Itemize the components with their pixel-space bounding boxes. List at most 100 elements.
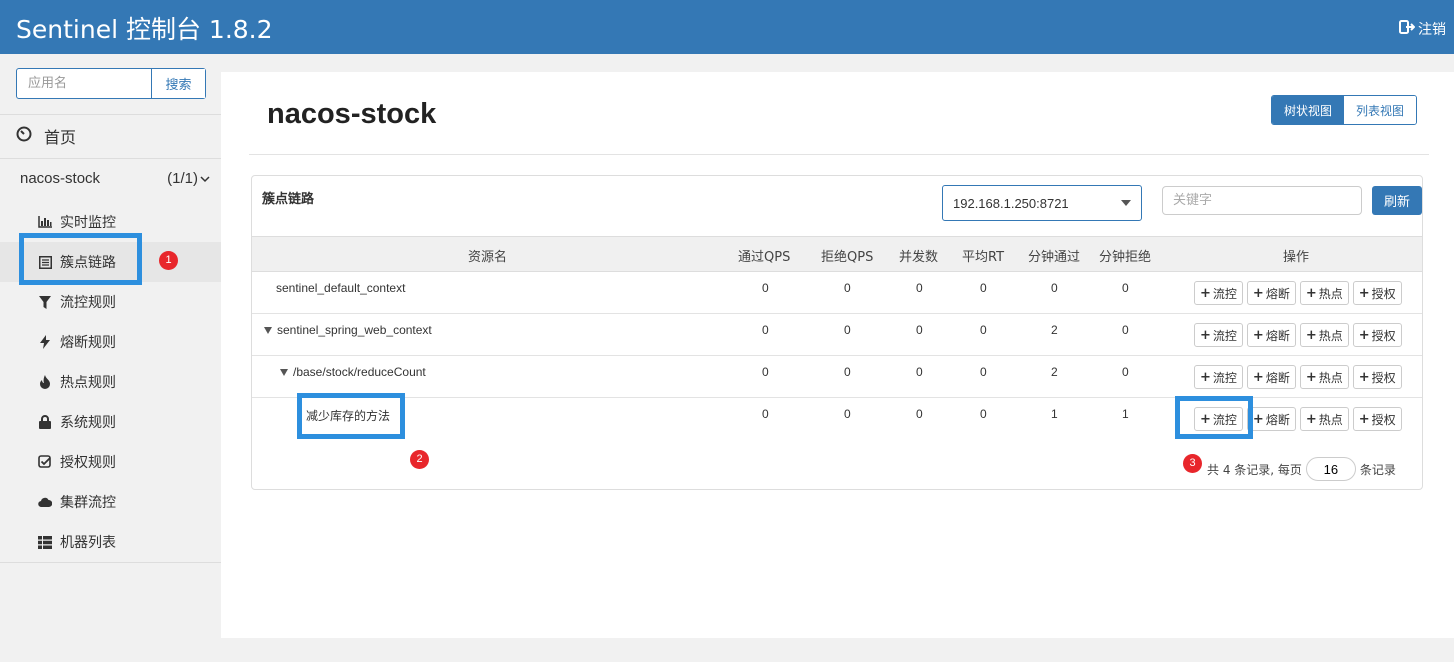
pager-suffix: 条记录 <box>1359 462 1396 477</box>
menu-item-flow-rules[interactable]: 流控规则 <box>0 282 221 322</box>
op-label: 热点 <box>1318 286 1343 301</box>
keyword-input[interactable] <box>1162 186 1362 215</box>
op-label: 热点 <box>1318 328 1343 343</box>
threads: 0 <box>916 365 923 379</box>
machine-select[interactable]: 192.168.1.250:8721 <box>942 185 1142 221</box>
col-rt: 平均RT <box>962 250 1005 265</box>
op-label: 熔断 <box>1265 370 1290 385</box>
step-badge: 2 <box>410 450 429 469</box>
plus-icon: + <box>1305 411 1317 427</box>
pass-qps: 0 <box>762 281 769 295</box>
refresh-button[interactable]: 刷新 <box>1372 186 1422 215</box>
plus-icon: + <box>1358 369 1370 385</box>
resource-name[interactable]: sentinel_spring_web_context <box>264 323 432 337</box>
sidebar-divider <box>0 158 221 159</box>
min-block: 1 <box>1122 407 1129 421</box>
page-size-input[interactable] <box>1305 457 1356 481</box>
threads: 0 <box>916 407 923 421</box>
menu-label: 热点规则 <box>60 375 116 391</box>
row-actions: + 流控 + 熔断 + 热点 + 授权 <box>1194 365 1402 389</box>
bar-chart-icon <box>38 215 52 229</box>
pass-qps: 0 <box>762 407 769 421</box>
add-hotspot-rule-button[interactable]: + 热点 <box>1299 365 1349 389</box>
table-row: 减少库存的方法 0 0 0 0 1 1 + 流控 + 熔断 + 热点 + 授权 <box>252 398 1422 440</box>
page-title: nacos-stock <box>267 98 437 130</box>
add-flow-rule-button[interactable]: + 流控 <box>1194 365 1243 389</box>
add-degrade-rule-button[interactable]: + 熔断 <box>1246 323 1296 347</box>
menu-item-machine-list[interactable]: 机器列表 <box>0 522 221 562</box>
add-hotspot-rule-button[interactable]: + 热点 <box>1299 323 1349 347</box>
menu-item-realtime-monitor[interactable]: 实时监控 <box>0 202 221 242</box>
add-flow-rule-button[interactable]: + 流控 <box>1194 281 1243 305</box>
lock-icon <box>38 415 52 429</box>
op-label: 授权 <box>1371 286 1396 301</box>
add-auth-rule-button[interactable]: + 授权 <box>1352 323 1402 347</box>
add-degrade-rule-button[interactable]: + 熔断 <box>1246 365 1296 389</box>
tree-view-button[interactable]: 树状视图 <box>1272 96 1345 124</box>
menu-item-degrade-rules[interactable]: 熔断规则 <box>0 322 221 362</box>
expand-toggle-icon[interactable] <box>280 368 288 376</box>
block-qps: 0 <box>844 365 851 379</box>
logout-link[interactable]: 注销 <box>1399 19 1446 39</box>
add-degrade-rule-button[interactable]: + 熔断 <box>1246 407 1296 431</box>
menu-item-auth-rules[interactable]: 授权规则 <box>0 442 221 482</box>
app-count: (1/1) <box>167 170 198 187</box>
app-search-input[interactable] <box>17 69 151 98</box>
add-auth-rule-button[interactable]: + 授权 <box>1352 281 1402 305</box>
menu-label: 流控规则 <box>60 295 116 311</box>
search-button[interactable]: 搜索 <box>151 69 205 98</box>
threads: 0 <box>916 281 923 295</box>
add-degrade-rule-button[interactable]: + 熔断 <box>1246 281 1296 305</box>
op-label: 熔断 <box>1265 328 1290 343</box>
menu-label: 熔断规则 <box>60 335 116 351</box>
home-label: 首页 <box>44 128 77 147</box>
filter-icon <box>38 295 52 309</box>
th-list-icon <box>38 535 52 549</box>
sidebar-home[interactable]: 首页 <box>16 124 76 148</box>
pass-qps: 0 <box>762 323 769 337</box>
table-row: sentinel_default_context 0 0 0 0 0 0 + 流控… <box>252 272 1422 314</box>
op-label: 熔断 <box>1265 286 1290 301</box>
row-actions: + 流控 + 熔断 + 热点 + 授权 <box>1194 323 1402 347</box>
step-badge: 1 <box>159 251 178 270</box>
menu-item-system-rules[interactable]: 系统规则 <box>0 402 221 442</box>
view-toggle: 树状视图 列表视图 <box>1271 95 1418 125</box>
menu-item-hotspot-rules[interactable]: 热点规则 <box>0 362 221 402</box>
plus-icon: + <box>1305 369 1317 385</box>
top-navbar: Sentinel 控制台 1.8.2 注销 <box>0 0 1454 54</box>
op-label: 热点 <box>1318 370 1343 385</box>
plus-icon: + <box>1358 411 1370 427</box>
add-hotspot-rule-button[interactable]: + 热点 <box>1299 281 1349 305</box>
add-flow-rule-button[interactable]: + 流控 <box>1194 323 1243 347</box>
block-qps: 0 <box>844 281 851 295</box>
expand-toggle-icon[interactable] <box>264 326 272 334</box>
menu-item-cluster-flow[interactable]: 集群流控 <box>0 482 221 522</box>
app-search: 搜索 <box>16 68 206 99</box>
op-label: 授权 <box>1371 328 1396 343</box>
add-flow-rule-button[interactable]: + 流控 <box>1194 407 1243 431</box>
caret-down-icon <box>1121 200 1131 206</box>
add-hotspot-rule-button[interactable]: + 热点 <box>1299 407 1349 431</box>
app-group-header[interactable]: nacos-stock (1/1) <box>20 170 210 187</box>
col-block-qps: 拒绝QPS <box>821 250 874 265</box>
machine-select-value: 192.168.1.250:8721 <box>953 195 1069 211</box>
dashboard-icon <box>16 126 32 146</box>
menu-item-cluster-point-link[interactable]: 簇点链路 <box>0 242 221 282</box>
add-auth-rule-button[interactable]: + 授权 <box>1352 365 1402 389</box>
panel-title: 簇点链路 <box>262 192 315 207</box>
logout-label: 注销 <box>1418 22 1446 38</box>
op-label: 流控 <box>1212 328 1237 343</box>
plus-icon: + <box>1252 369 1264 385</box>
pass-qps: 0 <box>762 365 769 379</box>
plus-icon: + <box>1358 285 1370 301</box>
menu-label: 实时监控 <box>60 215 116 231</box>
app-brand[interactable]: Sentinel 控制台 1.8.2 <box>16 10 273 46</box>
plus-icon: + <box>1200 285 1211 301</box>
add-auth-rule-button[interactable]: + 授权 <box>1352 407 1402 431</box>
plus-icon: + <box>1252 327 1264 343</box>
min-pass: 2 <box>1051 365 1058 379</box>
resource-name[interactable]: /base/stock/reduceCount <box>280 365 426 379</box>
op-label: 热点 <box>1318 412 1343 427</box>
plus-icon: + <box>1305 327 1317 343</box>
list-view-button[interactable]: 列表视图 <box>1344 96 1417 124</box>
